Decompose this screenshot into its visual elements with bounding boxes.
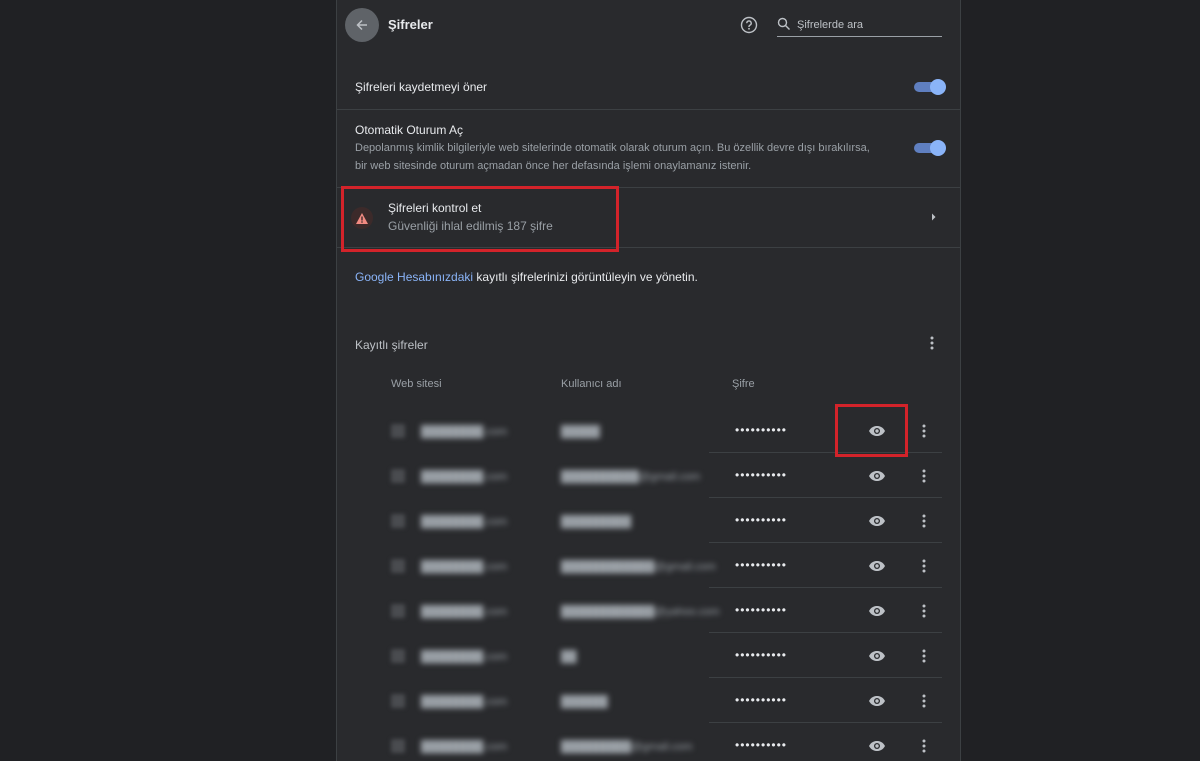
password-row: ████████.com ████████████@yahoo.com ••••… bbox=[337, 588, 960, 633]
eye-icon bbox=[869, 606, 885, 616]
more-vert-icon bbox=[922, 469, 926, 483]
row-menu-button[interactable] bbox=[917, 600, 931, 622]
more-vert-icon bbox=[922, 604, 926, 618]
row-menu-button[interactable] bbox=[917, 690, 931, 712]
username: ██████████@gmail.com bbox=[561, 471, 701, 483]
password-value: •••••••••• bbox=[735, 693, 788, 707]
site-favicon bbox=[391, 514, 405, 528]
auto-signin-title: Otomatik Oturum Aç bbox=[355, 123, 464, 137]
password-value: •••••••••• bbox=[735, 738, 788, 752]
site-name: ████████.com bbox=[421, 516, 508, 528]
site-favicon bbox=[391, 469, 405, 483]
password-row: ████████.com ████████████@gmail.com ••••… bbox=[337, 543, 960, 588]
password-row: ████████.com █████████ •••••••••• bbox=[337, 498, 960, 543]
password-value: •••••••••• bbox=[735, 648, 788, 662]
page: Şifreler Şifreleri kaydetmeyi öner bbox=[0, 0, 1200, 761]
more-vert-icon bbox=[922, 694, 926, 708]
show-password-button[interactable] bbox=[866, 510, 888, 532]
username: ██ bbox=[561, 651, 577, 663]
site-name: ████████.com bbox=[421, 561, 508, 573]
auto-signin-description: Depolanmış kimlik bilgileriyle web sitel… bbox=[355, 142, 870, 172]
password-row: ████████.com ██ •••••••••• bbox=[337, 633, 960, 678]
username: █████ bbox=[561, 426, 600, 438]
row-menu-button[interactable] bbox=[917, 465, 931, 487]
search-input[interactable] bbox=[795, 14, 944, 36]
username: ████████████@yahoo.com bbox=[561, 606, 720, 618]
saved-passwords-menu-button[interactable] bbox=[925, 332, 939, 354]
arrow-left-icon bbox=[356, 19, 367, 31]
site-favicon bbox=[391, 559, 405, 573]
more-vert-icon bbox=[922, 424, 926, 438]
site-favicon bbox=[391, 424, 405, 438]
username: █████████ bbox=[561, 516, 632, 528]
show-password-button[interactable] bbox=[866, 600, 888, 622]
more-vert-icon bbox=[922, 559, 926, 573]
chevron-right-icon bbox=[932, 213, 936, 221]
check-passwords-highlight bbox=[341, 186, 619, 252]
password-value: •••••••••• bbox=[735, 468, 788, 482]
site-name: ████████.com bbox=[421, 651, 508, 663]
eye-icon bbox=[869, 696, 885, 706]
password-row: ████████.com ██████████@gmail.com ••••••… bbox=[337, 453, 960, 498]
site-favicon bbox=[391, 739, 405, 753]
more-vert-icon bbox=[922, 739, 926, 753]
password-row: ████████.com █████████@gmail.com •••••••… bbox=[337, 723, 960, 761]
settings-card: Şifreler Şifreleri kaydetmeyi öner bbox=[336, 0, 961, 761]
site-name: ████████.com bbox=[421, 741, 508, 753]
show-password-button[interactable] bbox=[866, 465, 888, 487]
password-value: •••••••••• bbox=[735, 513, 788, 527]
column-header-password: Şifre bbox=[732, 378, 755, 390]
password-row: ████████.com ██████ •••••••••• bbox=[337, 678, 960, 723]
offer-save-label: Şifreleri kaydetmeyi öner bbox=[355, 80, 488, 94]
site-name: ████████.com bbox=[421, 426, 508, 438]
password-value: •••••••••• bbox=[735, 423, 788, 437]
username: ████████████@gmail.com bbox=[561, 561, 716, 573]
username: ██████ bbox=[561, 696, 608, 708]
eye-icon bbox=[869, 516, 885, 526]
site-favicon bbox=[391, 604, 405, 618]
more-vert-icon bbox=[922, 514, 926, 528]
password-value: •••••••••• bbox=[735, 558, 788, 572]
eye-icon bbox=[869, 741, 885, 751]
show-password-button[interactable] bbox=[866, 690, 888, 712]
google-account-text: kayıtlı şifrelerinizi görüntüleyin ve yö… bbox=[473, 270, 698, 284]
show-password-highlight bbox=[835, 404, 908, 457]
eye-icon bbox=[869, 561, 885, 571]
page-title: Şifreler bbox=[388, 17, 433, 32]
row-menu-button[interactable] bbox=[917, 735, 931, 757]
google-account-link[interactable]: Google Hesabınızdaki bbox=[355, 270, 473, 284]
show-password-button[interactable] bbox=[866, 645, 888, 667]
show-password-button[interactable] bbox=[866, 735, 888, 757]
back-button[interactable] bbox=[345, 8, 379, 42]
site-favicon bbox=[391, 694, 405, 708]
saved-passwords-heading: Kayıtlı şifreler bbox=[355, 338, 428, 352]
row-menu-button[interactable] bbox=[917, 555, 931, 577]
username: █████████@gmail.com bbox=[561, 741, 693, 753]
show-password-button[interactable] bbox=[866, 555, 888, 577]
help-icon[interactable] bbox=[740, 16, 758, 34]
google-account-line: Google Hesabınızdaki kayıtlı şifrelerini… bbox=[355, 270, 698, 284]
row-menu-button[interactable] bbox=[917, 420, 931, 442]
auto-signin-toggle[interactable] bbox=[914, 140, 946, 156]
search-icon bbox=[777, 17, 790, 30]
offer-save-row: Şifreleri kaydetmeyi öner bbox=[337, 66, 960, 110]
column-header-username: Kullanıcı adı bbox=[561, 378, 622, 390]
site-favicon bbox=[391, 649, 405, 663]
password-value: •••••••••• bbox=[735, 603, 788, 617]
eye-icon bbox=[869, 471, 885, 481]
site-name: ████████.com bbox=[421, 606, 508, 618]
more-vert-icon bbox=[922, 649, 926, 663]
search-box bbox=[777, 14, 944, 37]
eye-icon bbox=[869, 651, 885, 661]
site-name: ████████.com bbox=[421, 696, 508, 708]
page-header: Şifreler bbox=[337, 0, 960, 50]
row-menu-button[interactable] bbox=[917, 645, 931, 667]
auto-signin-row: Otomatik Oturum Aç Depolanmış kimlik bil… bbox=[337, 110, 960, 188]
offer-save-toggle[interactable] bbox=[914, 79, 946, 95]
row-menu-button[interactable] bbox=[917, 510, 931, 532]
column-header-website: Web sitesi bbox=[391, 378, 442, 390]
site-name: ████████.com bbox=[421, 471, 508, 483]
more-vert-icon bbox=[930, 336, 934, 350]
